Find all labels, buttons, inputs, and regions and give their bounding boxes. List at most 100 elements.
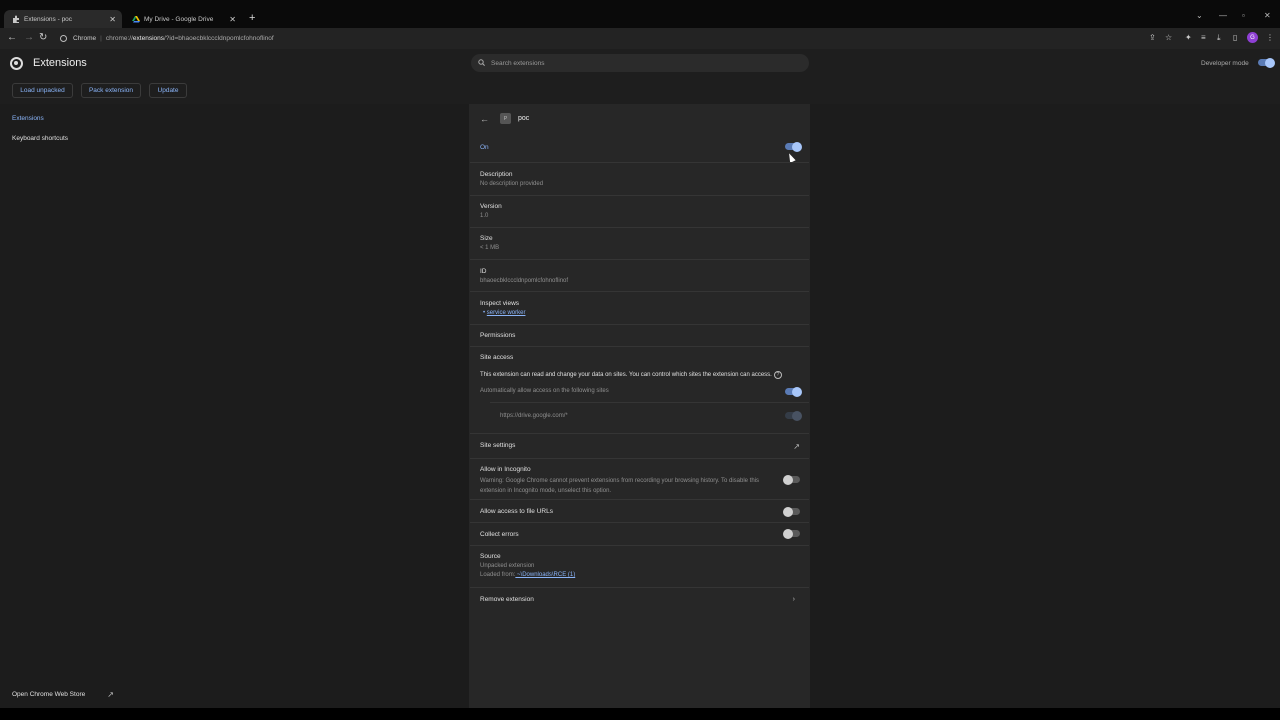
version-value: 1.0 [480,213,489,219]
back-arrow-icon[interactable]: ← [480,114,489,124]
right-gutter [810,104,1280,708]
site-settings-label: Site settings [480,442,516,449]
divider [470,458,809,459]
share-icon[interactable]: ⇪ [1149,33,1156,42]
version-section: Version 1.0 [480,203,800,219]
incognito-toggle[interactable] [783,474,800,485]
pack-extension-button[interactable]: Pack extension [81,83,141,98]
site-pattern-toggle [785,410,802,421]
divider [470,433,809,434]
download-icon[interactable]: ⤓ [1217,33,1221,43]
divider [470,259,809,260]
divider [490,402,809,403]
id-label: ID [480,268,487,275]
loaded-from-label: Loaded from: [480,572,516,578]
tab-search-icon[interactable]: ⌄ [1196,11,1203,20]
help-icon[interactable]: ? [773,371,782,379]
file-urls-label: Allow access to file URLs [480,508,553,515]
tab-title: Extensions - poc [24,15,73,23]
developer-mode-toggle[interactable] [1258,57,1275,68]
file-urls-toggle[interactable] [783,506,800,517]
puzzle-icon [12,15,20,23]
inspect-views-list: • service worker [483,310,800,316]
open-web-store-link[interactable]: Open Chrome Web Store ↗ [12,690,114,699]
loaded-from-path-link[interactable]: ~\Downloads\RCE (1) [515,572,575,578]
close-icon[interactable]: ✕ [109,15,116,24]
sidebar-item-keyboard-shortcuts[interactable]: Keyboard shortcuts [12,135,68,142]
drive-icon [132,15,140,23]
loaded-from: Loaded from: ~\Downloads\RCE (1) [480,572,800,578]
size-value: < 1 MB [480,245,500,251]
forward-icon[interactable]: → [24,32,34,43]
auto-allow-toggle[interactable] [785,386,802,397]
reload-icon[interactable]: ↻ [39,32,47,43]
load-unpacked-button[interactable]: Load unpacked [12,83,73,98]
permissions-label: Permissions [480,332,516,339]
window-close-icon[interactable]: ✕ [1264,11,1271,20]
description-value: No description provided [480,181,544,187]
bullet: • [483,310,486,316]
size-section: Size < 1 MB [480,235,800,251]
site-access-text: This extension can read and change your … [480,372,772,378]
minimize-icon[interactable]: — [1219,11,1227,20]
extension-name: poc [518,115,530,122]
external-link-icon: ↗ [107,690,114,699]
new-tab-icon[interactable]: + [249,12,255,24]
divider [470,499,809,500]
url-text: chrome://extensions/?id=bhaoecbklcccldnp… [105,34,274,42]
size-label: Size [480,235,493,242]
tab-title: My Drive - Google Drive [144,15,214,23]
incognito-label: Allow in Incognito [480,466,531,473]
side-panel-icon[interactable]: ▯ [1233,33,1237,42]
tab-extensions[interactable]: Extensions - poc ✕ [4,10,122,28]
restore-icon[interactable]: ▫ [1242,11,1245,20]
media-icon[interactable]: ≡ [1201,33,1206,42]
avatar[interactable]: G [1247,32,1258,43]
developer-mode-label: Developer mode [1201,60,1249,67]
back-icon[interactable]: ← [7,32,17,43]
close-icon[interactable]: ✕ [229,15,236,24]
bottom-edge [0,708,1280,720]
star-icon[interactable]: ☆ [1165,33,1172,42]
address-bar[interactable]: Chrome | chrome://extensions/?id=bhaoecb… [56,30,1146,46]
divider [470,587,809,588]
divider [470,291,809,292]
site-chip: Chrome [73,34,97,42]
collect-errors-label: Collect errors [480,531,519,538]
divider [470,522,809,523]
extensions-icon[interactable]: ✦ [1185,33,1192,42]
description-section: Description No description provided [480,171,800,187]
site-settings-row[interactable]: Site settings ↗ [480,442,800,451]
detail-header: ← P poc [480,113,800,124]
web-store-label: Open Chrome Web Store [12,691,86,698]
divider [470,324,809,325]
collect-errors-toggle[interactable] [783,528,800,539]
incognito-warning: Warning: Google Chrome cannot prevent ex… [480,478,760,494]
source-value: Unpacked extension [480,563,535,569]
chrome-logo-icon [10,57,23,70]
inspect-views-label: Inspect views [480,300,520,307]
remove-extension-label: Remove extension [480,596,534,603]
description-label: Description [480,171,513,178]
search-input[interactable]: Search extensions [471,54,809,72]
on-label: On [480,144,489,151]
chevron-right-icon: › [792,596,795,603]
menu-icon[interactable]: ⋮ [1266,33,1274,42]
service-worker-link[interactable]: service worker [487,310,526,316]
id-section: ID bhaoecbklcccldnpomlcfohnoflinof [480,268,800,284]
remove-extension-row[interactable]: Remove extension › [480,596,800,603]
sidebar-item-extensions[interactable]: Extensions [12,115,44,122]
chrome-icon [60,34,67,42]
incognito-section: Allow in Incognito Warning: Google Chrom… [480,466,775,496]
site-access-label: Site access [480,354,514,361]
sidebar [0,104,469,708]
external-link-icon: ↗ [793,442,800,451]
update-button[interactable]: Update [149,83,187,98]
source-label: Source [480,553,501,560]
tab-drive[interactable]: My Drive - Google Drive ✕ [124,10,242,28]
site-access-description: This extension can read and change your … [480,371,800,379]
auto-allow-label: Automatically allow access on the follow… [480,388,609,394]
source-section: Source Unpacked extension Loaded from: ~… [480,553,800,578]
search-placeholder: Search extensions [491,59,545,67]
extension-enabled-toggle[interactable] [785,141,802,152]
